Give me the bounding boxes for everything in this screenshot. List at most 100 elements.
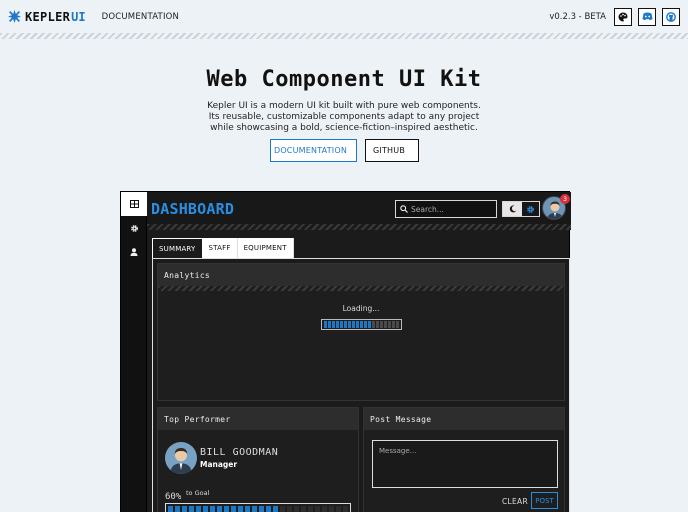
progress-segment <box>336 506 341 512</box>
progress-segment <box>343 506 348 512</box>
clear-button[interactable]: CLEAR <box>502 497 528 506</box>
github-icon <box>666 11 676 22</box>
progress-segment <box>315 506 320 512</box>
hero-title: Web Component UI Kit <box>206 67 482 92</box>
progress-segment <box>189 506 194 512</box>
dashboard-icon <box>129 200 139 208</box>
progress-segment <box>259 506 264 512</box>
user-avatar-button[interactable]: 3 <box>542 194 570 220</box>
progress-segment <box>322 506 327 512</box>
notification-badge: 3 <box>560 194 570 204</box>
dashboard-title: DASHBOARD <box>151 200 235 218</box>
progress-segment <box>352 321 355 328</box>
discord-icon <box>642 12 652 21</box>
top-performer-panel: Top Performer BILL GOODMAN Manager 60% t… <box>157 407 359 512</box>
kepler-logo-icon <box>8 10 21 23</box>
performer-person-icon <box>170 448 192 474</box>
header-divider-hatch <box>147 224 571 230</box>
progress-segment <box>280 506 285 512</box>
analytics-hatch <box>158 286 564 291</box>
top-performer-title: Top Performer <box>158 408 358 430</box>
progress-segment <box>196 506 201 512</box>
progress-segment <box>252 506 257 512</box>
dashboard-preview: DASHBOARD Search... 3 SUMMARY STAFF EQUI… <box>120 191 571 512</box>
discord-button[interactable] <box>638 7 656 26</box>
progress-segment <box>356 321 359 328</box>
progress-segment <box>364 321 367 328</box>
search-box[interactable] <box>395 200 497 218</box>
dashboard-tabs: SUMMARY STAFF EQUIPMENT <box>152 238 294 258</box>
progress-segment <box>266 506 271 512</box>
progress-segment <box>294 506 299 512</box>
progress-segment <box>388 321 391 328</box>
brand-name: KEPLER <box>25 9 71 24</box>
progress-segment <box>372 321 375 328</box>
message-box <box>372 440 558 488</box>
performer-name: BILL GOODMAN <box>200 447 279 458</box>
progress-segment <box>376 321 379 328</box>
tab-summary[interactable]: SUMMARY <box>152 238 203 258</box>
github-button[interactable] <box>662 7 680 26</box>
progress-segment <box>182 506 187 512</box>
goal-progress-bar <box>165 503 351 512</box>
post-message-panel: Post Message CLEAR POST <box>363 407 565 512</box>
theme-toggle[interactable] <box>502 201 540 217</box>
progress-segment <box>336 321 339 328</box>
gear-icon <box>130 224 138 232</box>
version-label: v0.2.3 - BETA <box>549 11 606 22</box>
progress-segment <box>324 321 327 328</box>
sidebar-item-settings[interactable] <box>121 216 147 240</box>
progress-segment <box>340 321 343 328</box>
settings-option[interactable] <box>522 202 539 216</box>
documentation-button[interactable]: DOCUMENTATION <box>269 139 357 162</box>
dashboard-header: DASHBOARD Search... 3 <box>147 192 571 224</box>
top-nav: KEPLER UI DOCUMENTATION v0.2.3 - BETA <box>0 0 688 33</box>
documentation-button-label: DOCUMENTATION <box>273 146 348 155</box>
github-hero-button[interactable]: GITHUB <box>364 139 419 162</box>
progress-segment <box>210 506 215 512</box>
tab-staff[interactable]: STAFF <box>202 238 238 258</box>
progress-segment <box>348 321 351 328</box>
post-button[interactable]: POST <box>531 492 558 509</box>
performer-role: Manager <box>200 460 238 469</box>
progress-segment <box>168 506 173 512</box>
loading-text: Loading... <box>342 304 380 313</box>
progress-segment <box>332 321 335 328</box>
analytics-title: Analytics <box>158 264 564 286</box>
progress-segment <box>344 321 347 328</box>
progress-segment <box>175 506 180 512</box>
progress-segment <box>287 506 292 512</box>
hero-description: Kepler UI is a modern UI kit built with … <box>207 101 481 133</box>
goal-percent: 60% <box>165 492 182 502</box>
brand-logo[interactable]: KEPLER UI <box>8 10 86 24</box>
search-icon <box>400 205 408 213</box>
progress-segment <box>360 321 363 328</box>
sidebar-item-dashboard[interactable] <box>121 192 147 216</box>
user-icon <box>130 248 138 256</box>
progress-segment <box>273 506 278 512</box>
performer-avatar <box>165 442 197 474</box>
progress-segment <box>301 506 306 512</box>
progress-segment <box>245 506 250 512</box>
dashboard-sidebar <box>121 192 147 512</box>
documentation-link[interactable]: DOCUMENTATION <box>102 12 180 22</box>
progress-segment <box>329 506 334 512</box>
dark-mode-option[interactable] <box>503 202 522 216</box>
tab-equipment[interactable]: EQUIPMENT <box>237 238 294 258</box>
progress-segment <box>224 506 229 512</box>
message-input[interactable] <box>373 441 557 487</box>
progress-segment <box>396 321 399 328</box>
hero-buttons: DOCUMENTATION GITHUB <box>0 139 688 162</box>
progress-segment <box>380 321 383 328</box>
progress-segment <box>368 321 371 328</box>
search-input[interactable] <box>411 204 491 214</box>
nav-divider-hatch <box>0 33 688 39</box>
brand-accent: UI <box>71 9 86 24</box>
progress-segment <box>217 506 222 512</box>
theme-palette-button[interactable] <box>614 7 632 26</box>
loading-progress-bar <box>321 319 402 330</box>
progress-segment <box>238 506 243 512</box>
analytics-panel: Analytics Loading... <box>157 263 565 401</box>
palette-icon <box>618 12 628 21</box>
sidebar-item-profile[interactable] <box>121 240 147 264</box>
